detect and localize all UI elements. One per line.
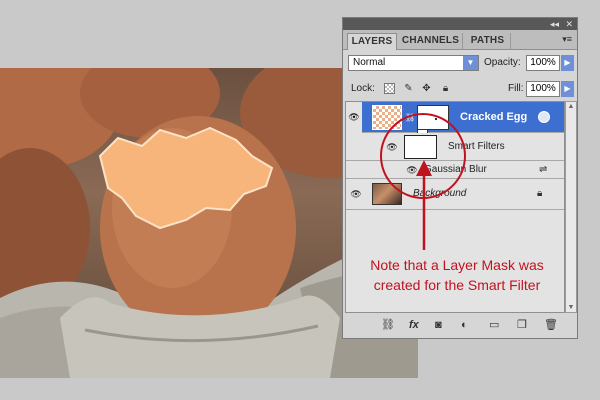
layer-mask-icon[interactable]: ◙ <box>435 318 442 332</box>
tab-layers[interactable]: LAYERS <box>347 33 397 50</box>
opacity-input[interactable]: 100% <box>526 55 560 71</box>
annotation-note: Note that a Layer Mask was created for t… <box>370 257 544 293</box>
scroll-up-icon[interactable]: ▲ <box>566 103 576 110</box>
tab-channels[interactable]: CHANNELS <box>399 33 463 49</box>
tab-paths[interactable]: PATHS <box>465 33 511 49</box>
panel-title-bar: ◂◂ ✕ <box>343 18 577 30</box>
lock-icon: 🔒︎ <box>537 188 543 199</box>
chevron-down-icon[interactable]: ▼ <box>463 56 478 70</box>
lock-transparency-icon[interactable] <box>384 83 395 94</box>
visibility-eye-icon[interactable]: 👁︎ <box>350 189 362 199</box>
opacity-label: Opacity: <box>484 57 521 68</box>
blend-mode-value: Normal <box>353 57 386 68</box>
panel-menu-icon[interactable]: ▾≡ <box>562 34 572 45</box>
blend-mode-select[interactable]: Normal ▼ <box>348 55 479 71</box>
adjustment-layer-icon[interactable]: ◐ <box>461 318 468 332</box>
highlight-circle <box>380 113 466 199</box>
blend-row: Normal ▼ Opacity: 100% ▶ <box>343 52 577 74</box>
lock-all-icon[interactable]: 🔒︎ <box>440 83 451 94</box>
fill-slider-button[interactable]: ▶ <box>561 81 574 97</box>
opacity-slider-button[interactable]: ▶ <box>561 55 574 71</box>
lock-position-icon[interactable]: ✥ <box>421 83 432 94</box>
scroll-down-icon[interactable]: ▼ <box>566 304 576 311</box>
new-layer-icon[interactable]: ❐ <box>517 318 527 332</box>
layer-name[interactable]: Cracked Egg <box>460 111 527 123</box>
lock-label: Lock: <box>351 83 375 94</box>
trash-icon[interactable]: 🗑︎ <box>544 318 558 332</box>
panel-toolbar: ⛓︎ fx ◙ ◐ ▭ ❐ 🗑︎ <box>343 314 577 338</box>
link-icon[interactable]: ⛓︎ <box>381 318 395 332</box>
lock-pixels-icon[interactable]: ✎ <box>403 83 414 94</box>
new-group-icon[interactable]: ▭ <box>489 318 499 332</box>
panel-tabs: LAYERS CHANNELS PATHS ▾≡ <box>343 30 577 50</box>
smart-object-icon <box>538 111 550 123</box>
collapse-icon[interactable]: ◂◂ <box>550 18 559 30</box>
blending-options-icon[interactable]: ⇌ <box>539 164 547 175</box>
fx-icon[interactable]: fx <box>409 318 419 332</box>
fill-label: Fill: <box>508 83 524 94</box>
scrollbar[interactable]: ▲ ▼ <box>565 101 577 313</box>
fill-input[interactable]: 100% <box>526 81 560 97</box>
close-icon[interactable]: ✕ <box>565 18 573 30</box>
visibility-eye-icon[interactable]: 👁︎ <box>346 102 362 133</box>
lock-row: Lock: ✎ ✥ 🔒︎ Fill: 100% ▶ <box>343 78 577 100</box>
